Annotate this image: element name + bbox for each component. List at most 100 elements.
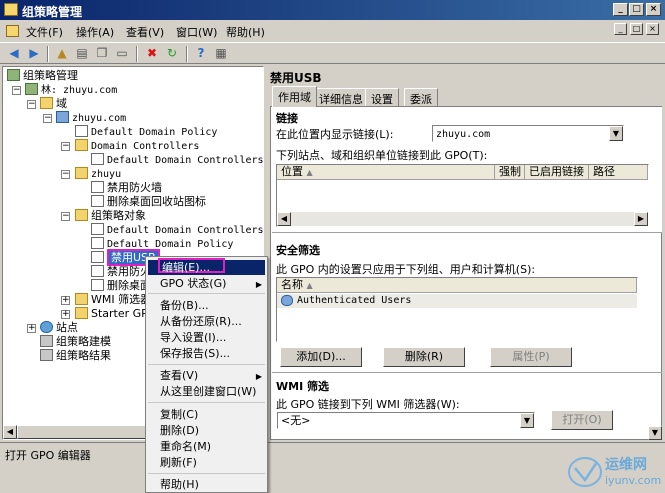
- ou-icon: [75, 139, 88, 151]
- mdi-close-button[interactable]: ×: [646, 23, 659, 35]
- col-link-enabled[interactable]: 已启用链接: [525, 165, 589, 180]
- collapse-ou[interactable]: −: [61, 170, 70, 179]
- menu-view[interactable]: 查看(V): [160, 368, 198, 383]
- tree-ou-zhuyu[interactable]: zhuyu: [75, 167, 121, 181]
- menu-refresh[interactable]: 刷新(F): [160, 455, 197, 470]
- tree-link-recycle[interactable]: 删除桌面回收站图标: [91, 195, 206, 209]
- expand-wmi[interactable]: +: [61, 296, 70, 305]
- properties-button[interactable]: 属性(P): [490, 347, 572, 367]
- menu-delete[interactable]: 删除(D): [160, 423, 199, 438]
- menu-bar: 文件(F) 操作(A) 查看(V) 窗口(W) 帮助(H): [0, 21, 665, 41]
- forward-icon[interactable]: ▶: [26, 46, 42, 61]
- col-enforced[interactable]: 强制: [495, 165, 525, 180]
- tree-default-dc-policy[interactable]: Default Domain Controllers Po: [91, 153, 263, 167]
- tree-modeling[interactable]: 组策略建模: [40, 335, 111, 349]
- menu-help[interactable]: 帮助(H): [160, 477, 199, 492]
- collapse-domain[interactable]: −: [43, 114, 52, 123]
- links-hscrollbar[interactable]: ◀ ▶: [277, 212, 648, 226]
- tree-obj-dc-policy[interactable]: Default Domain Controllers Po: [91, 223, 263, 237]
- paste-icon[interactable]: ▭: [114, 46, 130, 61]
- tree-root[interactable]: 组策略管理: [7, 69, 78, 83]
- expand-sites[interactable]: +: [27, 324, 36, 333]
- collapse-domains[interactable]: −: [27, 100, 36, 109]
- tree-forest[interactable]: 林: zhuyu.com: [25, 83, 117, 97]
- copy-icon[interactable]: ❐: [94, 46, 110, 61]
- menu-rename[interactable]: 重命名(M): [160, 439, 211, 454]
- results-icon: [40, 349, 53, 361]
- col-name[interactable]: 名称 ▲: [277, 278, 637, 293]
- menu-gpo-status[interactable]: GPO 状态(G): [160, 276, 226, 291]
- chevron-down-icon[interactable]: ▼: [609, 126, 623, 141]
- menu-import[interactable]: 导入设置(I)...: [160, 330, 226, 345]
- toolbar: ◀ ▶ ▲ ▤ ❐ ▭ ✖ ↻ ? ▦: [0, 42, 665, 64]
- tree-sites[interactable]: 站点: [40, 321, 78, 335]
- security-title: 安全筛选: [276, 244, 320, 257]
- col-path[interactable]: 路径: [589, 165, 648, 180]
- links-title: 链接: [276, 112, 298, 125]
- up-folder-icon[interactable]: ▲: [54, 46, 70, 61]
- tree-gpo-objects[interactable]: 组策略对象: [75, 209, 146, 223]
- mdi-restore-button[interactable]: □: [630, 23, 643, 35]
- chevron-down-icon[interactable]: ▼: [520, 413, 534, 428]
- gpo-icon: [91, 251, 104, 263]
- properties-icon[interactable]: ▦: [213, 46, 229, 61]
- scroll-left-icon[interactable]: ◀: [3, 425, 17, 439]
- mdi-minimize-button[interactable]: _: [614, 23, 627, 35]
- tree-domain[interactable]: zhuyu.com: [56, 111, 126, 125]
- delete-icon[interactable]: ✖: [144, 46, 160, 61]
- tree-link-firewall[interactable]: 禁用防火墙: [91, 181, 162, 195]
- watermark-logo: 运维网 iyunv.com: [565, 448, 665, 493]
- tree-default-domain-policy[interactable]: Default Domain Policy: [75, 125, 217, 139]
- gpo-icon: [91, 279, 104, 291]
- menu-backup[interactable]: 备份(B)...: [160, 298, 209, 313]
- links-list[interactable]: 位置 ▲ 强制 已启用链接 路径 ◀ ▶: [276, 164, 649, 227]
- scroll-left-icon[interactable]: ◀: [277, 212, 291, 226]
- menu-restore[interactable]: 从备份还原(R)...: [160, 314, 242, 329]
- show-tree-icon[interactable]: ▤: [74, 46, 90, 61]
- window-title: 组策略管理: [22, 5, 83, 19]
- gpo-link-icon: [75, 125, 88, 137]
- wmi-filter-select[interactable]: <无> ▼: [277, 412, 535, 429]
- menu-file[interactable]: 文件(F): [26, 24, 63, 40]
- help-icon[interactable]: ?: [193, 46, 209, 61]
- scroll-right-icon[interactable]: ▶: [634, 212, 648, 226]
- tree-wmi-filters[interactable]: WMI 筛选器: [75, 293, 151, 307]
- refresh-icon[interactable]: ↻: [164, 46, 180, 61]
- open-wmi-button[interactable]: 打开(O): [551, 410, 613, 430]
- linked-list-label: 下列站点、域和组织单位链接到此 GPO(T):: [276, 149, 488, 162]
- menu-edit[interactable]: 编辑(E)...: [158, 258, 225, 274]
- add-button[interactable]: 添加(D)...: [280, 347, 362, 367]
- collapse-dc[interactable]: −: [61, 142, 70, 151]
- modeling-icon: [40, 335, 53, 347]
- tab-details[interactable]: 详细信息: [313, 88, 369, 106]
- tab-delegation[interactable]: 委派: [404, 88, 438, 106]
- tab-settings[interactable]: 设置: [365, 88, 399, 106]
- security-desc: 此 GPO 内的设置只应用于下列组、用户和计算机(S):: [276, 263, 536, 276]
- menu-view[interactable]: 查看(V): [126, 24, 164, 40]
- tree-domains[interactable]: 域: [40, 97, 67, 111]
- gpo-icon: [91, 237, 104, 249]
- collapse-forest[interactable]: −: [12, 86, 21, 95]
- scroll-down-icon[interactable]: ▼: [648, 426, 662, 440]
- tree-domain-controllers[interactable]: Domain Controllers: [75, 139, 199, 153]
- tab-scope[interactable]: 作用域: [272, 86, 317, 107]
- security-row[interactable]: Authenticated Users: [277, 294, 637, 308]
- remove-button[interactable]: 删除(R): [383, 347, 465, 367]
- mmc-icon[interactable]: [6, 25, 19, 37]
- maximize-button[interactable]: □: [629, 3, 644, 16]
- menu-help[interactable]: 帮助(H): [226, 24, 265, 40]
- menu-action[interactable]: 操作(A): [76, 24, 114, 40]
- minimize-button[interactable]: _: [613, 3, 628, 16]
- security-list[interactable]: 名称 ▲ Authenticated Users: [276, 277, 638, 342]
- collapse-gpo-objects[interactable]: −: [61, 212, 70, 221]
- menu-new-window[interactable]: 从这里创建窗口(W): [160, 384, 256, 399]
- back-icon[interactable]: ◀: [6, 46, 22, 61]
- col-location[interactable]: 位置 ▲: [277, 165, 495, 180]
- show-links-select[interactable]: zhuyu.com ▼: [432, 125, 624, 142]
- tree-results[interactable]: 组策略结果: [40, 349, 111, 363]
- expand-starter[interactable]: +: [61, 310, 70, 319]
- menu-window[interactable]: 窗口(W): [176, 24, 217, 40]
- menu-save-report[interactable]: 保存报告(S)...: [160, 346, 230, 361]
- menu-copy[interactable]: 复制(C): [160, 407, 198, 422]
- close-button[interactable]: ×: [646, 3, 661, 16]
